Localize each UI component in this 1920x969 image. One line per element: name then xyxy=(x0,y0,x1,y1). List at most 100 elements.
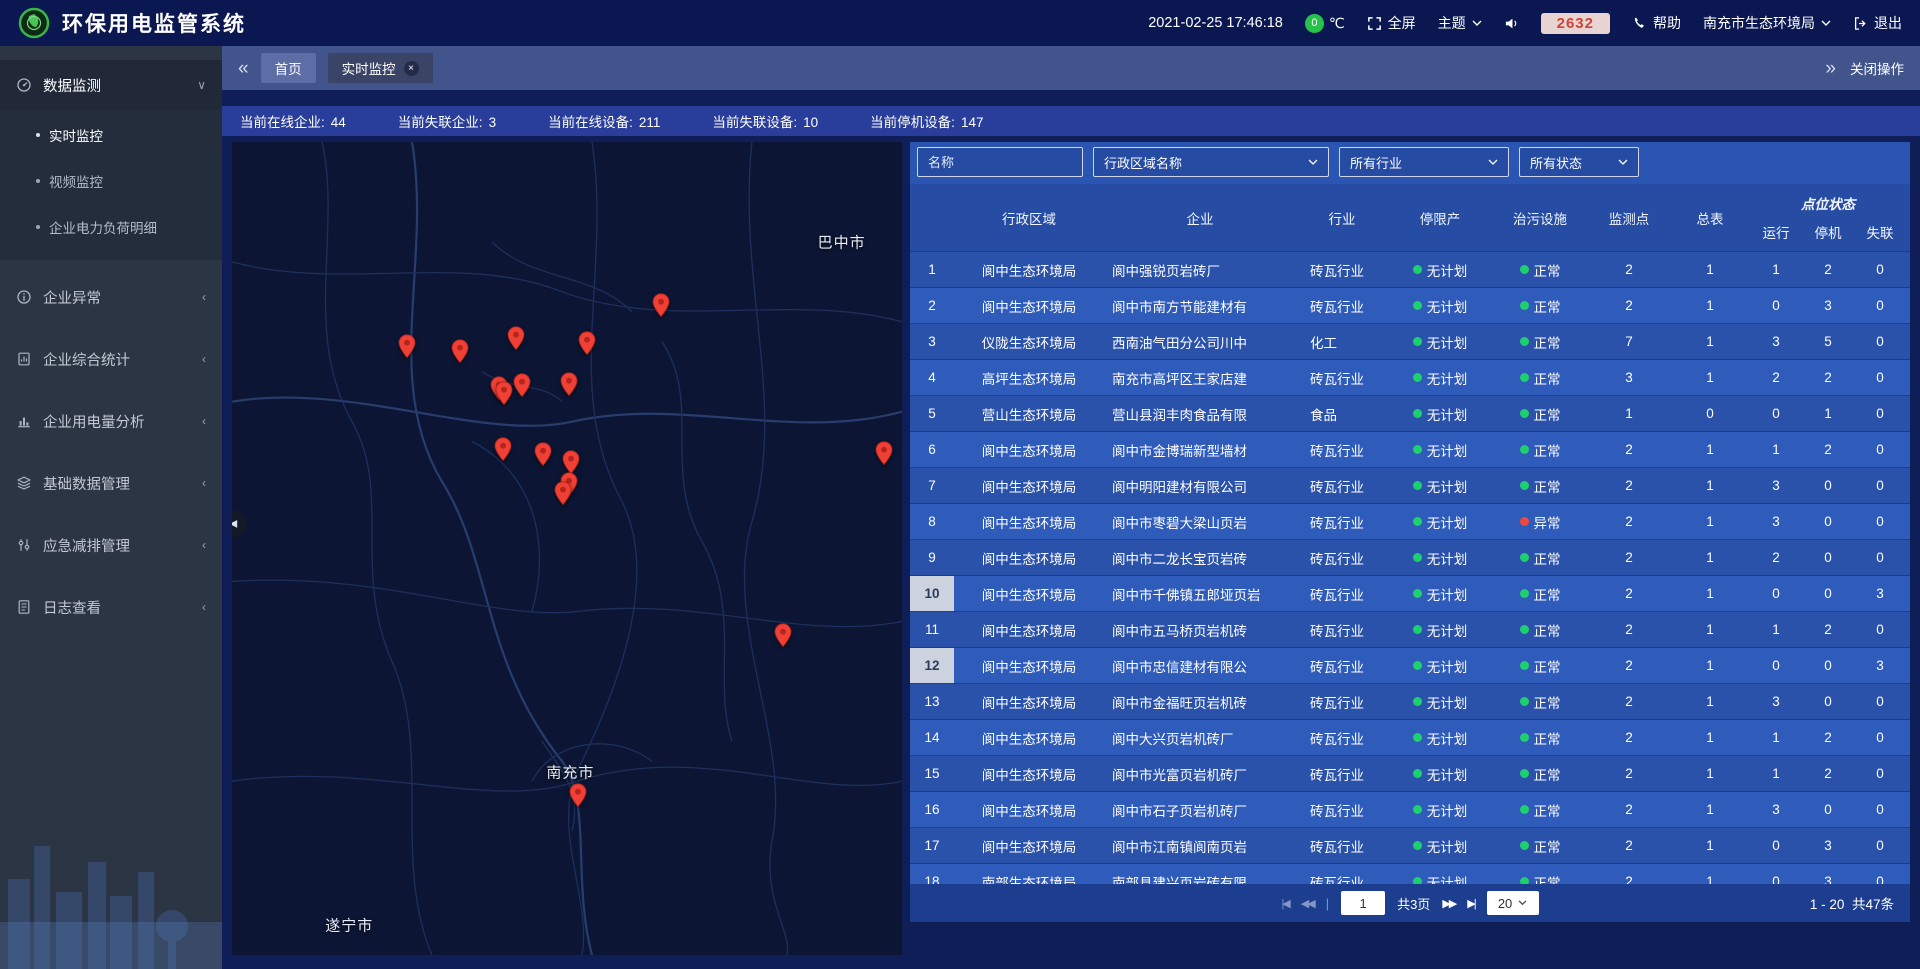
row-running-count: 0 xyxy=(1750,288,1802,323)
map-pin[interactable] xyxy=(449,339,470,365)
speaker-icon[interactable] xyxy=(1504,16,1519,31)
row-stopped-count: 2 xyxy=(1802,720,1854,755)
table-row[interactable]: 9阆中生态环境局阆中市二龙长宝页岩砖砖瓦行业无计划正常21200 xyxy=(910,540,1910,576)
sidebar-group-6[interactable]: 日志查看‹ xyxy=(0,582,222,632)
city-skyline-decoration xyxy=(0,794,222,969)
map-pin[interactable] xyxy=(532,441,553,467)
row-industry: 砖瓦行业 xyxy=(1296,252,1388,287)
name-filter-input[interactable] xyxy=(917,147,1083,177)
map-pin[interactable] xyxy=(873,440,894,466)
row-region: 阆中生态环境局 xyxy=(954,612,1104,647)
map-pin[interactable] xyxy=(559,372,580,398)
status-filter-select[interactable]: 所有状态 xyxy=(1519,147,1639,177)
map-pin[interactable] xyxy=(512,373,533,399)
table-row[interactable]: 17阆中生态环境局阆中市江南镇阆南页岩砖瓦行业无计划正常21030 xyxy=(910,828,1910,864)
row-index: 15 xyxy=(910,756,954,791)
map-pin[interactable] xyxy=(506,326,527,352)
next-page-button[interactable]: ▶▶ xyxy=(1442,897,1455,910)
table-row[interactable]: 14阆中生态环境局阆中大兴页岩机砖厂砖瓦行业无计划正常21120 xyxy=(910,720,1910,756)
first-page-button[interactable]: |◀ xyxy=(1281,897,1288,910)
sidebar-group-5[interactable]: 应急减排管理‹ xyxy=(0,520,222,570)
table-row[interactable]: 6阆中生态环境局阆中市金博瑞新型墙材砖瓦行业无计划正常21120 xyxy=(910,432,1910,468)
gauge-icon xyxy=(16,77,32,93)
row-company: 阆中市枣碧大梁山页岩 xyxy=(1104,504,1296,539)
help-button[interactable]: 帮助 xyxy=(1632,13,1681,33)
sidebar-group-1[interactable]: 企业异常‹ xyxy=(0,272,222,322)
table-row[interactable]: 16阆中生态环境局阆中市石子页岩机砖厂砖瓦行业无计划正常21300 xyxy=(910,792,1910,828)
col-header-lost[interactable]: 失联 xyxy=(1854,222,1906,242)
sidebar-item-0[interactable]: 实时监控 xyxy=(0,112,222,158)
region-filter-select[interactable]: 行政区域名称 xyxy=(1093,147,1329,177)
col-header-stop[interactable]: 停机 xyxy=(1802,222,1854,242)
alert-count-badge[interactable]: 2632 xyxy=(1541,13,1610,34)
table-row[interactable]: 12阆中生态环境局阆中市忠信建材有限公砖瓦行业无计划正常21003 xyxy=(910,648,1910,684)
table-row[interactable]: 2阆中生态环境局阆中市南方节能建材有砖瓦行业无计划正常21030 xyxy=(910,288,1910,324)
page-size-select[interactable]: 20 xyxy=(1487,891,1539,915)
logout-button[interactable]: 退出 xyxy=(1853,13,1902,33)
status-dot-green xyxy=(1413,337,1422,346)
sidebar-group-0[interactable]: 数据监测∨ xyxy=(0,60,222,110)
sidebar-group-2[interactable]: 企业综合统计‹ xyxy=(0,334,222,384)
table-row[interactable]: 3仪陇生态环境局西南油气田分公司川中化工无计划正常71350 xyxy=(910,324,1910,360)
map-pin[interactable] xyxy=(577,331,598,357)
row-index: 3 xyxy=(910,324,954,359)
row-total-meters: 1 xyxy=(1670,324,1750,359)
table-row[interactable]: 11阆中生态环境局阆中市五马桥页岩机砖砖瓦行业无计划正常21120 xyxy=(910,612,1910,648)
status-dot-green xyxy=(1413,625,1422,634)
table-row[interactable]: 5营山生态环境局营山县润丰肉食品有限食品无计划正常10010 xyxy=(910,396,1910,432)
row-monitor-points: 2 xyxy=(1588,288,1670,323)
row-company: 阆中市江南镇阆南页岩 xyxy=(1104,828,1296,863)
row-index: 14 xyxy=(910,720,954,755)
fullscreen-button[interactable]: 全屏 xyxy=(1367,13,1416,33)
row-company: 阆中市五马桥页岩机砖 xyxy=(1104,612,1296,647)
map-pin[interactable] xyxy=(773,622,794,648)
sidebar-item-1[interactable]: 视频监控 xyxy=(0,158,222,204)
col-header-limit[interactable]: 停限产 xyxy=(1388,184,1492,251)
prev-page-button[interactable]: ◀◀ xyxy=(1301,897,1314,910)
row-stopped-count: 2 xyxy=(1802,252,1854,287)
table-row[interactable]: 13阆中生态环境局阆中市金福旺页岩机砖砖瓦行业无计划正常21300 xyxy=(910,684,1910,720)
close-tab-icon[interactable]: × xyxy=(404,61,419,76)
row-facility-status: 正常 xyxy=(1492,576,1588,611)
row-company: 阆中强锐页岩砖厂 xyxy=(1104,252,1296,287)
map-pin[interactable] xyxy=(568,783,589,809)
last-page-button[interactable]: ▶| xyxy=(1467,897,1474,910)
col-header-run[interactable]: 运行 xyxy=(1750,222,1802,242)
col-header-meters[interactable]: 总表 xyxy=(1670,184,1750,251)
row-stopped-count: 0 xyxy=(1802,504,1854,539)
col-header-region[interactable]: 行政区域 xyxy=(954,184,1104,251)
org-dropdown[interactable]: 南充市生态环境局 xyxy=(1703,13,1831,33)
status-dot-green xyxy=(1520,841,1529,850)
map-pin[interactable] xyxy=(552,481,573,507)
row-monitor-points: 2 xyxy=(1588,576,1670,611)
theme-dropdown[interactable]: 主题 xyxy=(1438,13,1482,33)
tabs-scroll-left-icon[interactable]: « xyxy=(238,59,249,78)
industry-filter-select[interactable]: 所有行业 xyxy=(1339,147,1509,177)
page-number-input[interactable] xyxy=(1341,891,1385,915)
table-row[interactable]: 4高坪生态环境局南充市高坪区王家店建砖瓦行业无计划正常31220 xyxy=(910,360,1910,396)
table-row[interactable]: 8阆中生态环境局阆中市枣碧大梁山页岩砖瓦行业无计划异常21300 xyxy=(910,504,1910,540)
col-header-industry[interactable]: 行业 xyxy=(1296,184,1388,251)
row-region: 阆中生态环境局 xyxy=(954,252,1104,287)
col-header-facility[interactable]: 治污设施 xyxy=(1492,184,1588,251)
row-company: 阆中市二龙长宝页岩砖 xyxy=(1104,540,1296,575)
col-header-company[interactable]: 企业 xyxy=(1104,184,1296,251)
sidebar-item-2[interactable]: 企业电力负荷明细 xyxy=(0,204,222,250)
stats-icon xyxy=(16,351,32,367)
table-row[interactable]: 15阆中生态环境局阆中市光富页岩机砖厂砖瓦行业无计划正常21120 xyxy=(910,756,1910,792)
close-operations-button[interactable]: 关闭操作 xyxy=(1850,58,1904,78)
sidebar-group-4[interactable]: 基础数据管理‹ xyxy=(0,458,222,508)
map-pin[interactable] xyxy=(650,292,671,318)
table-row[interactable]: 10阆中生态环境局阆中市千佛镇五郎垭页岩砖瓦行业无计划正常21003 xyxy=(910,576,1910,612)
table-row[interactable]: 7阆中生态环境局阆中明阳建材有限公司砖瓦行业无计划正常21300 xyxy=(910,468,1910,504)
col-header-points[interactable]: 监测点 xyxy=(1588,184,1670,251)
tab-realtime-monitor[interactable]: 实时监控 × xyxy=(328,53,433,83)
map-pin[interactable] xyxy=(396,334,417,360)
status-dot-green xyxy=(1413,301,1422,310)
map[interactable]: 巴中市南充市遂宁市 ◀ xyxy=(232,142,902,955)
map-pin[interactable] xyxy=(492,436,513,462)
table-row[interactable]: 1阆中生态环境局阆中强锐页岩砖厂砖瓦行业无计划正常21120 xyxy=(910,252,1910,288)
tab-home[interactable]: 首页 xyxy=(261,53,316,83)
tabs-scroll-right-icon[interactable]: » xyxy=(1825,59,1836,78)
sidebar-group-3[interactable]: 企业用电量分析‹ xyxy=(0,396,222,446)
